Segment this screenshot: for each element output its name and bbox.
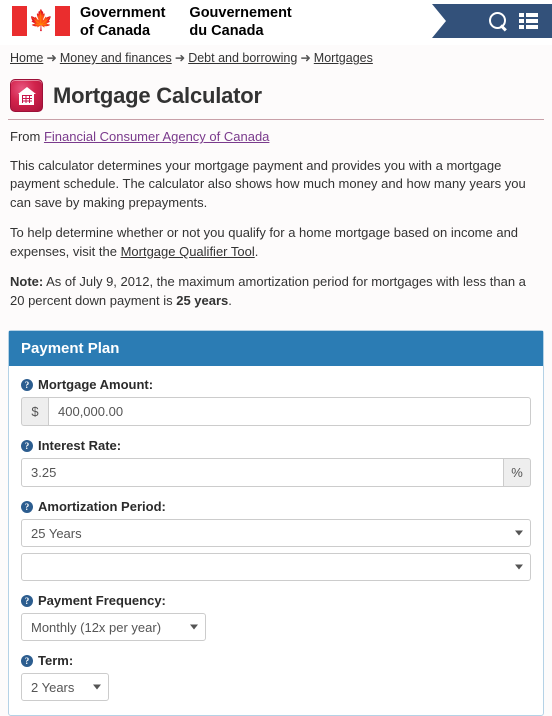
interest-rate-input[interactable] [21,458,504,488]
breadcrumb-item-home[interactable]: Home [10,51,43,65]
mortgage-calculator-icon [10,79,43,112]
flag-bar-left [12,6,27,36]
label-text: Term: [38,653,74,669]
term-select[interactable]: 2 Years [21,673,109,702]
wordmark-english: Government of Canada [80,5,166,40]
flag-center: 🍁 [27,6,55,36]
from-prefix: From [10,129,44,144]
amortization-months-select[interactable] [21,553,531,582]
label-text: Mortgage Amount: [38,377,154,393]
intro-p2-before: To help determine whether or not you qua… [10,225,519,259]
currency-prefix-addon: $ [21,397,48,427]
payment-frequency-value: Monthly (12x per year) [31,620,162,636]
intro-note: Note: As of July 9, 2012, the maximum am… [10,273,542,310]
wordmark-french: Gouvernement du Canada [189,5,292,40]
chevron-down-icon [515,530,523,536]
menu-icon[interactable] [519,12,538,30]
help-icon[interactable]: ? [21,439,33,452]
payment-plan-header: Payment Plan [9,331,543,367]
intro-p2-after: . [254,243,259,259]
help-icon[interactable]: ? [21,500,33,513]
help-icon[interactable]: ? [21,654,33,667]
amortization-years-select[interactable]: 25 Years [21,519,531,548]
mortgage-amount-input-group: $ [21,397,531,427]
interest-rate-input-group: % [21,458,531,488]
canada-flag-icon: 🍁 [12,6,70,36]
label-payment-frequency: ? Payment Frequency: [21,593,531,608]
note-text-before: As of July 9, 2012, the maximum amortiza… [10,274,526,308]
chevron-down-icon [190,624,198,630]
page-title-row: Mortgage Calculator [10,79,552,112]
breadcrumb-item-money-and-finances[interactable]: Money and finances [60,51,172,65]
source-attribution: From Financial Consumer Agency of Canada [10,129,552,144]
mortgage-amount-input[interactable] [48,397,531,427]
note-label: Note: [10,274,44,290]
label-term: ? Term: [21,653,531,668]
label-text: Payment Frequency: [38,593,166,609]
label-amortization-period: ? Amortization Period: [21,499,531,514]
intro-text: This calculator determines your mortgage… [10,157,542,310]
term-value: 2 Years [31,680,75,696]
amortization-years-value: 25 Years [31,526,82,542]
search-icon[interactable] [489,11,508,31]
house-calculator-glyph [17,86,36,105]
global-header: 🍁 Government of Canada Gouvernement du C… [0,0,552,45]
chevron-down-icon [93,684,101,690]
field-amortization-period: ? Amortization Period: 25 Years [21,499,531,582]
help-icon[interactable]: ? [21,594,33,607]
flag-bar-right [55,6,70,36]
payment-plan-panel: Payment Plan ? Mortgage Amount: $ ? Inte… [8,330,544,716]
label-mortgage-amount: ? Mortgage Amount: [21,377,531,392]
title-divider [8,119,544,120]
field-payment-frequency: ? Payment Frequency: Monthly (12x per ye… [21,593,531,642]
note-text-after: . [228,292,232,308]
percent-suffix-addon: % [504,458,531,488]
note-highlight: 25 years [176,292,229,308]
intro-paragraph-2: To help determine whether or not you qua… [10,224,542,261]
breadcrumb-item-debt-and-borrowing[interactable]: Debt and borrowing [188,51,297,65]
breadcrumb-item-mortgages[interactable]: Mortgages [314,51,373,65]
label-text: Interest Rate: [38,438,122,454]
field-mortgage-amount: ? Mortgage Amount: $ [21,377,531,427]
menu-icon-right-column [526,12,538,30]
breadcrumb-separator: ➜ [174,51,186,65]
field-interest-rate: ? Interest Rate: % [21,438,531,488]
breadcrumb: Home ➜ Money and finances ➜ Debt and borrowi… [0,45,552,65]
breadcrumb-separator: ➜ [300,51,311,65]
field-term: ? Term: 2 Years [21,653,531,702]
source-agency-link[interactable]: Financial Consumer Agency of Canada [44,129,269,144]
page-title: Mortgage Calculator [53,82,262,108]
payment-plan-body: ? Mortgage Amount: $ ? Interest Rate: % … [9,366,543,715]
menu-icon-left-column [519,12,524,30]
header-tools-ribbon [432,4,552,38]
chevron-down-icon [515,564,523,570]
maple-leaf-icon: 🍁 [28,10,54,32]
intro-paragraph-1: This calculator determines your mortgage… [10,158,526,210]
goc-wordmark: Government of Canada Gouvernement du Can… [80,4,292,40]
label-text: Amortization Period: [38,499,166,515]
label-interest-rate: ? Interest Rate: [21,438,531,453]
calculator-grid [21,94,32,103]
help-icon[interactable]: ? [21,378,33,391]
mortgage-qualifier-tool-link[interactable]: Mortgage Qualifier Tool [121,244,255,259]
breadcrumb-separator: ➜ [46,51,57,65]
payment-frequency-select[interactable]: Monthly (12x per year) [21,613,206,642]
